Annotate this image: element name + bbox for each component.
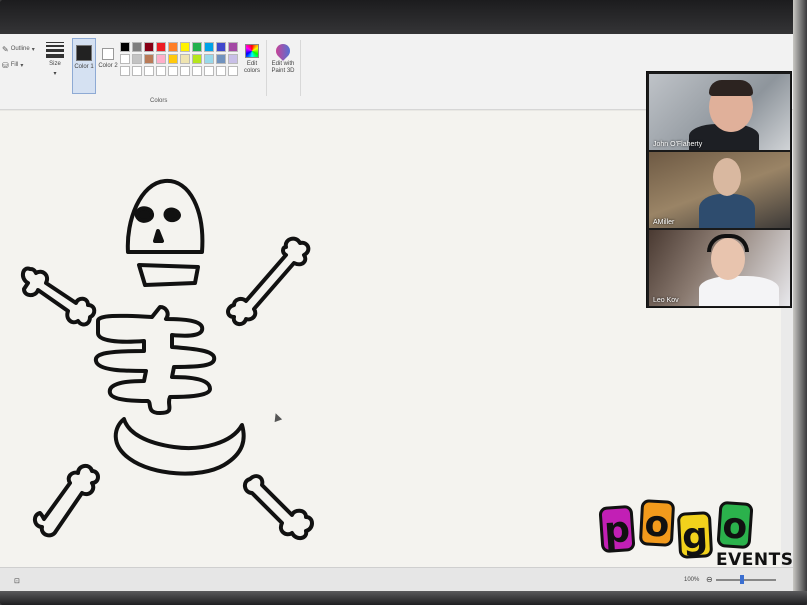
skull-eye-left [134,206,155,223]
fill-bucket-icon: ⛁ [2,60,9,70]
logo-letter-g: g [676,511,714,559]
palette-swatch[interactable] [228,66,238,76]
chevron-down-icon: ▾ [20,62,24,69]
palette-swatch[interactable] [180,54,190,64]
palette-swatch[interactable] [228,42,238,52]
color-palette [120,42,238,76]
color1-swatch [76,45,92,61]
palette-swatch[interactable] [180,42,190,52]
palette-swatch[interactable] [204,66,214,76]
palette-swatch[interactable] [120,66,130,76]
palette-swatch[interactable] [192,42,202,52]
palette-swatch[interactable] [168,54,178,64]
size-button[interactable]: Size ▾ [42,40,68,78]
color2-button[interactable]: Color 2 [98,40,118,70]
participant-name: Leo Kov [653,297,679,304]
pelvis [113,417,246,476]
outline-button[interactable]: ✎ Outline ▾ [2,42,38,56]
palette-swatch[interactable] [132,42,142,52]
fill-label: Fill [10,62,19,68]
line-weight-icon [46,42,64,58]
color-spectrum-icon [245,44,259,58]
headphones-icon [707,234,749,252]
video-call-panel: John O'Flaherty AMiller Leo Kov [646,71,792,308]
palette-swatch[interactable] [156,42,166,52]
monitor-right-bezel [793,0,807,605]
video-tile[interactable]: Leo Kov [649,230,790,306]
color1-label: Color 1 [74,64,94,70]
paint3d-icon [273,41,293,61]
palette-swatch[interactable] [228,54,238,64]
outline-icon: ✎ [2,44,9,54]
jaw [137,263,200,287]
monitor-top-bezel [0,0,807,34]
ribbon-divider [300,40,301,96]
palette-swatch[interactable] [180,66,190,76]
leg-bone-left [33,464,100,538]
participant-head [713,158,741,196]
edit-colors-button[interactable]: Edit colors [240,40,264,75]
zoom-slider[interactable] [716,579,776,581]
chevron-down-icon: ▾ [53,71,57,77]
edit-with-paint3d-button[interactable]: Edit with Paint 3D [268,40,298,75]
palette-swatch[interactable] [132,66,142,76]
chevron-down-icon: ▾ [31,46,35,53]
fill-button[interactable]: ⛁ Fill ▾ [2,58,38,72]
palette-swatch[interactable] [168,42,178,52]
palette-swatch[interactable] [192,54,202,64]
participant-body [699,276,779,306]
video-tile[interactable]: John O'Flaherty [649,74,790,150]
leg-bone-right [243,474,314,540]
color2-label: Color 2 [98,63,118,69]
palette-swatch[interactable] [204,42,214,52]
edit-colors-label: Edit colors [243,61,260,74]
palette-swatch[interactable] [144,54,154,64]
outline-label: Outline [10,46,30,52]
canvas-size-icon: ⊡ [14,578,20,585]
logo-letter-o2: o [716,500,754,550]
skull-nose [153,229,164,243]
ribbon-divider [266,40,267,96]
palette-swatch[interactable] [144,42,154,52]
palette-swatch[interactable] [120,42,130,52]
arm-bone-right [226,236,311,326]
arm-bone-left [21,266,97,327]
participant-body [699,194,755,228]
colors-group-label: Colors [150,98,168,104]
logo-letter-p: p [598,504,636,554]
participant-hair [709,80,753,96]
color2-swatch [102,48,114,60]
logo-letter-o: o [638,499,676,547]
palette-swatch[interactable] [132,54,142,64]
palette-swatch[interactable] [120,54,130,64]
palette-swatch[interactable] [156,54,166,64]
logo-events-text: EVENTS [716,550,794,570]
palette-swatch[interactable] [216,54,226,64]
palette-swatch[interactable] [216,42,226,52]
paint-window: ✎ Outline ▾ ⛁ Fill ▾ Size ▾ Color 1 Colo… [0,0,807,605]
pogo-events-logo: p o g o EVENTS [598,498,793,578]
palette-swatch[interactable] [156,66,166,76]
color1-button[interactable]: Color 1 [72,38,96,94]
video-tile[interactable]: AMiller [649,152,790,228]
shape-tools-group: ✎ Outline ▾ ⛁ Fill ▾ [0,40,38,72]
skull-eye-right [163,207,181,223]
palette-swatch[interactable] [204,54,214,64]
palette-swatch[interactable] [168,66,178,76]
palette-swatch[interactable] [144,66,154,76]
participant-name: John O'Flaherty [653,141,703,148]
ribcage [93,305,217,415]
palette-swatch[interactable] [192,66,202,76]
paint3d-label: Edit with Paint 3D [271,61,295,74]
participant-name: AMiller [653,219,675,226]
monitor-bottom-bezel [0,591,807,605]
palette-swatch[interactable] [216,66,226,76]
size-label: Size [49,61,61,67]
